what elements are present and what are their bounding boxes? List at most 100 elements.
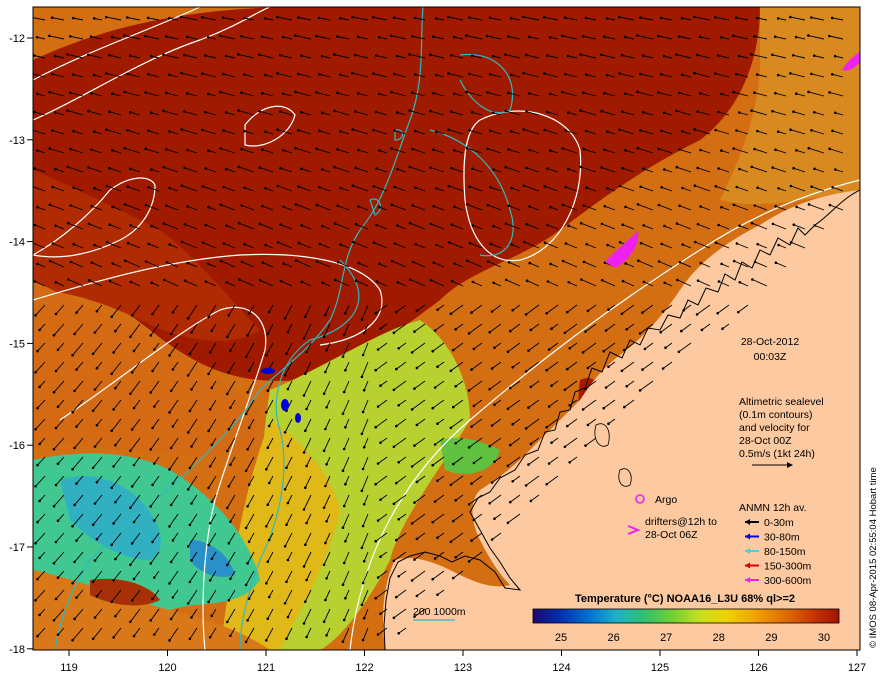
velocity-arrowhead bbox=[603, 148, 606, 151]
velocity-arrowhead bbox=[149, 391, 153, 394]
velocity-arrowhead bbox=[144, 260, 148, 263]
velocity-arrowhead bbox=[266, 446, 270, 450]
velocity-arrowhead bbox=[618, 15, 621, 19]
velocity-arrowhead bbox=[375, 167, 378, 170]
velocity-arrowhead bbox=[810, 129, 813, 132]
velocity-arrowhead bbox=[318, 242, 322, 246]
velocity-arrowhead bbox=[285, 523, 288, 526]
velocity-arrowhead bbox=[261, 204, 265, 208]
velocity-arrowhead bbox=[180, 128, 183, 131]
velocity-arrowhead bbox=[390, 147, 394, 150]
velocity-arrowhead bbox=[600, 109, 603, 113]
velocity-arrowhead bbox=[126, 241, 130, 245]
velocity-arrowhead bbox=[132, 577, 136, 581]
velocity-arrowhead bbox=[447, 184, 451, 188]
velocity-arrowhead bbox=[547, 348, 551, 351]
velocity-arrowhead bbox=[813, 224, 816, 227]
velocity-arrowhead bbox=[69, 204, 73, 207]
velocity-arrowhead bbox=[431, 406, 435, 410]
velocity-arrowhead bbox=[351, 71, 354, 75]
velocity-arrowhead bbox=[486, 260, 490, 263]
velocity-arrowhead bbox=[132, 349, 136, 353]
velocity-arrowhead bbox=[90, 91, 93, 95]
velocity-arrowhead bbox=[489, 242, 493, 246]
velocity-arrowhead bbox=[390, 90, 393, 94]
velocity-arrowhead bbox=[151, 369, 154, 373]
velocity-arrowhead bbox=[129, 449, 132, 453]
velocity-arrowhead bbox=[325, 406, 328, 409]
velocity-arrowhead bbox=[247, 540, 251, 543]
velocity-arrowhead bbox=[566, 310, 569, 314]
velocity-arrowhead bbox=[229, 634, 232, 637]
velocity-arrowhead bbox=[429, 279, 433, 282]
velocity-arrowhead bbox=[696, 53, 699, 57]
velocity-arrowhead bbox=[411, 147, 414, 151]
velocity-arrowhead bbox=[105, 15, 108, 19]
velocity-arrowhead bbox=[73, 332, 76, 336]
velocity-arrowhead bbox=[108, 110, 111, 113]
velocity-arrowhead bbox=[190, 445, 193, 448]
velocity-arrowhead bbox=[393, 185, 397, 189]
velocity-arrowhead bbox=[795, 149, 798, 152]
velocity-arrowhead bbox=[317, 16, 321, 20]
velocity-arrowhead bbox=[410, 351, 414, 354]
velocity-arrowhead bbox=[183, 279, 187, 283]
velocity-arrowhead bbox=[408, 109, 411, 112]
velocity-arrowhead bbox=[304, 600, 307, 603]
velocity-arrowhead bbox=[392, 16, 396, 20]
velocity-arrowhead bbox=[354, 279, 358, 283]
velocity-arrowhead bbox=[150, 281, 153, 285]
altimetry-line-3: and velocity for bbox=[739, 422, 810, 434]
velocity-arrowhead bbox=[112, 408, 115, 411]
velocity-arrowhead bbox=[429, 109, 432, 113]
velocity-arrowhead bbox=[264, 243, 267, 247]
velocity-arrowhead bbox=[207, 205, 210, 209]
velocity-arrowhead bbox=[123, 146, 127, 150]
velocity-arrowhead bbox=[396, 167, 399, 171]
velocity-arrowhead bbox=[34, 485, 37, 488]
velocity-arrowhead bbox=[281, 35, 285, 39]
velocity-arrowhead bbox=[397, 461, 401, 464]
velocity-arrowhead bbox=[546, 167, 549, 170]
velocity-arrowhead bbox=[126, 129, 129, 132]
velocity-arrowhead bbox=[432, 204, 436, 208]
velocity-arrowhead bbox=[409, 278, 412, 281]
velocity-arrowhead bbox=[89, 35, 93, 38]
velocity-arrowhead bbox=[453, 262, 457, 265]
velocity-arrowhead bbox=[227, 485, 231, 488]
x-tick-label: 120 bbox=[158, 662, 176, 674]
velocity-arrowhead bbox=[681, 186, 684, 190]
velocity-arrowhead bbox=[738, 167, 741, 171]
velocity-arrowhead bbox=[579, 221, 583, 225]
velocity-arrowhead bbox=[641, 311, 644, 314]
velocity-arrowhead bbox=[334, 278, 337, 282]
velocity-arrowhead bbox=[171, 596, 175, 599]
velocity-arrowhead bbox=[636, 203, 640, 206]
velocity-arrowhead bbox=[38, 442, 41, 446]
velocity-arrowhead bbox=[561, 147, 564, 150]
velocity-arrowhead bbox=[69, 147, 72, 151]
velocity-arrowhead bbox=[776, 73, 780, 77]
velocity-arrowhead bbox=[129, 224, 132, 227]
velocity-arrowhead bbox=[488, 444, 492, 448]
velocity-arrowhead bbox=[360, 603, 364, 607]
velocity-arrowhead bbox=[66, 109, 69, 112]
velocity-arrowhead bbox=[52, 333, 56, 337]
velocity-arrowhead bbox=[561, 259, 565, 263]
velocity-arrowhead bbox=[264, 187, 267, 190]
velocity-arrowhead bbox=[247, 483, 251, 487]
velocity-arrowhead bbox=[276, 128, 279, 131]
altimetry-line-4: 28-Oct 00Z bbox=[739, 435, 792, 447]
velocity-arrowhead bbox=[716, 311, 719, 315]
velocity-arrowhead bbox=[341, 640, 345, 643]
velocity-arrowhead bbox=[447, 241, 451, 244]
velocity-arrowhead bbox=[789, 241, 793, 244]
velocity-arrowhead bbox=[774, 204, 777, 208]
velocity-arrowhead bbox=[354, 110, 357, 113]
velocity-arrowhead bbox=[321, 168, 324, 171]
velocity-arrowhead bbox=[603, 204, 606, 208]
velocity-arrowhead bbox=[774, 261, 778, 265]
velocity-arrowhead bbox=[93, 243, 96, 247]
velocity-arrowhead bbox=[147, 129, 150, 133]
velocity-arrowhead bbox=[146, 16, 150, 20]
